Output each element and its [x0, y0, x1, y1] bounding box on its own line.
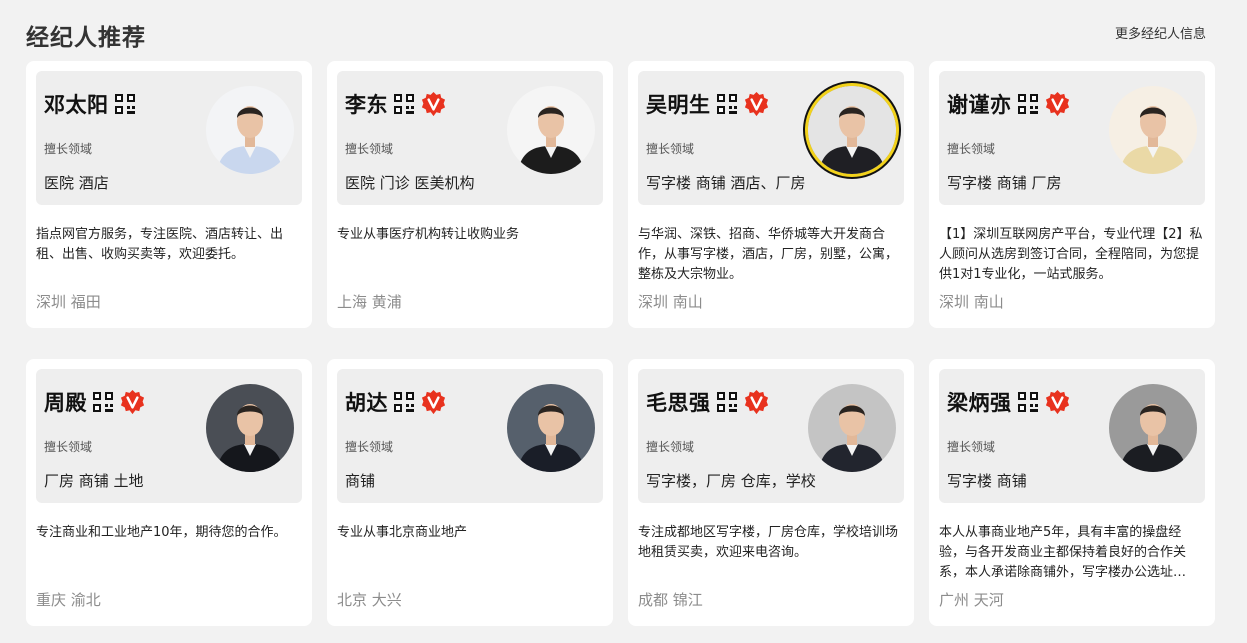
more-agents-link[interactable]: 更多经纪人信息 [1115, 23, 1206, 42]
agent-avatar[interactable] [808, 384, 896, 472]
agent-info-box: 周殿 擅长领域 厂房 商铺 土地 [36, 369, 302, 503]
agent-info-box: 吴明生 擅长领域 写字楼 商铺 酒店、厂房 [638, 71, 904, 205]
agent-name-row: 梁炳强 [947, 387, 1071, 417]
verified-badge-icon [119, 389, 146, 416]
agent-name: 吴明生 [646, 93, 711, 117]
agent-info-box: 毛思强 擅长领域 写字楼，厂房 仓库，学校 [638, 369, 904, 503]
qr-code-icon[interactable] [716, 93, 738, 115]
agent-description: 专业从事医疗机构转让收购业务 [337, 227, 520, 242]
agent-description: 与华润、深铁、招商、华侨城等大开发商合作，从事写字楼，酒店，厂房，别墅，公寓，整… [638, 227, 899, 282]
agent-card[interactable]: 梁炳强 擅长领域 写字楼 商铺 本人从事商业地产5年，具有丰富的操盘经验，与各开… [929, 359, 1215, 626]
agent-name: 梁炳强 [947, 391, 1012, 415]
verified-badge-icon [420, 91, 447, 118]
agent-name-row: 谢谨亦 [947, 89, 1071, 119]
qr-code-icon[interactable] [716, 391, 738, 413]
qr-code-icon[interactable] [393, 93, 415, 115]
agent-name-row: 毛思强 [646, 387, 770, 417]
verified-badge-icon [743, 91, 770, 118]
specialty-label: 擅长领域 [646, 142, 695, 156]
specialty-label: 擅长领域 [345, 440, 394, 454]
agent-card[interactable]: 谢谨亦 擅长领域 写字楼 商铺 厂房 【1】深圳互联网房产平台，专业代理【2】私… [929, 61, 1215, 328]
agent-avatar[interactable] [206, 86, 294, 174]
agent-info-box: 李东 擅长领域 医院 门诊 医美机构 [337, 71, 603, 205]
verified-badge-icon [1044, 389, 1071, 416]
agent-location: 北京 大兴 [337, 591, 402, 609]
specialty-value: 写字楼 商铺 酒店、厂房 [646, 174, 806, 192]
qr-code-icon[interactable] [1017, 391, 1039, 413]
agent-card[interactable]: 毛思强 擅长领域 写字楼，厂房 仓库，学校 专注成都地区写字楼，厂房仓库，学校培… [628, 359, 914, 626]
agent-name-row: 吴明生 [646, 89, 770, 119]
agent-avatar[interactable] [507, 384, 595, 472]
specialty-value: 写字楼 商铺 厂房 [947, 174, 1062, 192]
agent-description: 专注商业和工业地产10年，期待您的合作。 [36, 525, 287, 540]
verified-badge-icon [743, 389, 770, 416]
agent-info-box: 胡达 擅长领域 商铺 [337, 369, 603, 503]
qr-code-icon[interactable] [92, 391, 114, 413]
specialty-label: 擅长领域 [44, 142, 93, 156]
agent-info-box: 邓太阳 擅长领域 医院 酒店 [36, 71, 302, 205]
agent-card[interactable]: 胡达 擅长领域 商铺 专业从事北京商业地产 北京 大兴 [327, 359, 613, 626]
qr-code-icon[interactable] [1017, 93, 1039, 115]
agent-name-row: 胡达 [345, 387, 447, 417]
agent-location: 广州 天河 [939, 591, 1004, 609]
agent-name-row: 邓太阳 [44, 89, 136, 119]
specialty-value: 商铺 [345, 472, 376, 490]
agent-description: 专业从事北京商业地产 [337, 525, 468, 540]
agent-card[interactable]: 李东 擅长领域 医院 门诊 医美机构 专业从事医疗机构转让收购业务 上海 黄浦 [327, 61, 613, 328]
qr-code-icon[interactable] [114, 93, 136, 115]
agent-avatar[interactable] [206, 384, 294, 472]
agent-name-row: 李东 [345, 89, 447, 119]
verified-badge-icon [420, 389, 447, 416]
agent-avatar[interactable] [1109, 384, 1197, 472]
specialty-value: 写字楼 商铺 [947, 472, 1027, 490]
agent-description: 专注成都地区写字楼，厂房仓库，学校培训场地租赁买卖，欢迎来电咨询。 [638, 525, 899, 560]
agent-avatar[interactable] [1109, 86, 1197, 174]
section-header: 经纪人推荐 更多经纪人信息 [26, 14, 1206, 54]
agent-card[interactable]: 邓太阳 擅长领域 医院 酒店 指点网官方服务，专注医院、酒店转让、出租、出售、收… [26, 61, 312, 328]
specialty-value: 厂房 商铺 土地 [44, 472, 144, 490]
specialty-label: 擅长领域 [345, 142, 394, 156]
agent-name: 邓太阳 [44, 93, 109, 117]
agent-location: 重庆 渝北 [36, 591, 101, 609]
agent-name: 胡达 [345, 391, 388, 415]
agent-card[interactable]: 吴明生 擅长领域 写字楼 商铺 酒店、厂房 与华润、深铁、招商、华侨城等大开发商… [628, 61, 914, 328]
agent-grid: 邓太阳 擅长领域 医院 酒店 指点网官方服务，专注医院、酒店转让、出租、出售、收… [26, 61, 1215, 626]
specialty-value: 医院 门诊 医美机构 [345, 174, 475, 192]
agent-name: 毛思强 [646, 391, 711, 415]
specialty-label: 擅长领域 [646, 440, 695, 454]
agent-avatar[interactable] [507, 86, 595, 174]
agent-name: 李东 [345, 93, 388, 117]
agent-name: 谢谨亦 [947, 93, 1012, 117]
agent-description: 指点网官方服务，专注医院、酒店转让、出租、出售、收购买卖等，欢迎委托。 [36, 227, 284, 262]
agent-description: 【1】深圳互联网房产平台，专业代理【2】私人顾问从选房到签订合同，全程陪同，为您… [939, 227, 1203, 282]
agent-info-box: 梁炳强 擅长领域 写字楼 商铺 [939, 369, 1205, 503]
verified-badge-icon [1044, 91, 1071, 118]
agent-info-box: 谢谨亦 擅长领域 写字楼 商铺 厂房 [939, 71, 1205, 205]
section-title: 经纪人推荐 [26, 25, 146, 51]
specialty-value: 写字楼，厂房 仓库，学校 [646, 472, 816, 490]
specialty-label: 擅长领域 [947, 142, 996, 156]
agent-location: 深圳 福田 [36, 293, 101, 311]
specialty-label: 擅长领域 [947, 440, 996, 454]
agent-location: 上海 黄浦 [337, 293, 402, 311]
agent-description: 本人从事商业地产5年，具有丰富的操盘经验，与各开发商业主都保持着良好的合作关系，… [939, 525, 1187, 580]
agent-name-row: 周殿 [44, 387, 146, 417]
specialty-label: 擅长领域 [44, 440, 93, 454]
qr-code-icon[interactable] [393, 391, 415, 413]
agent-card[interactable]: 周殿 擅长领域 厂房 商铺 土地 专注商业和工业地产10年，期待您的合作。 重庆… [26, 359, 312, 626]
agent-avatar[interactable] [808, 86, 896, 174]
agent-location: 成都 锦江 [638, 591, 703, 609]
agent-name: 周殿 [44, 391, 87, 415]
agent-location: 深圳 南山 [939, 293, 1004, 311]
specialty-value: 医院 酒店 [44, 174, 109, 192]
agent-location: 深圳 南山 [638, 293, 703, 311]
